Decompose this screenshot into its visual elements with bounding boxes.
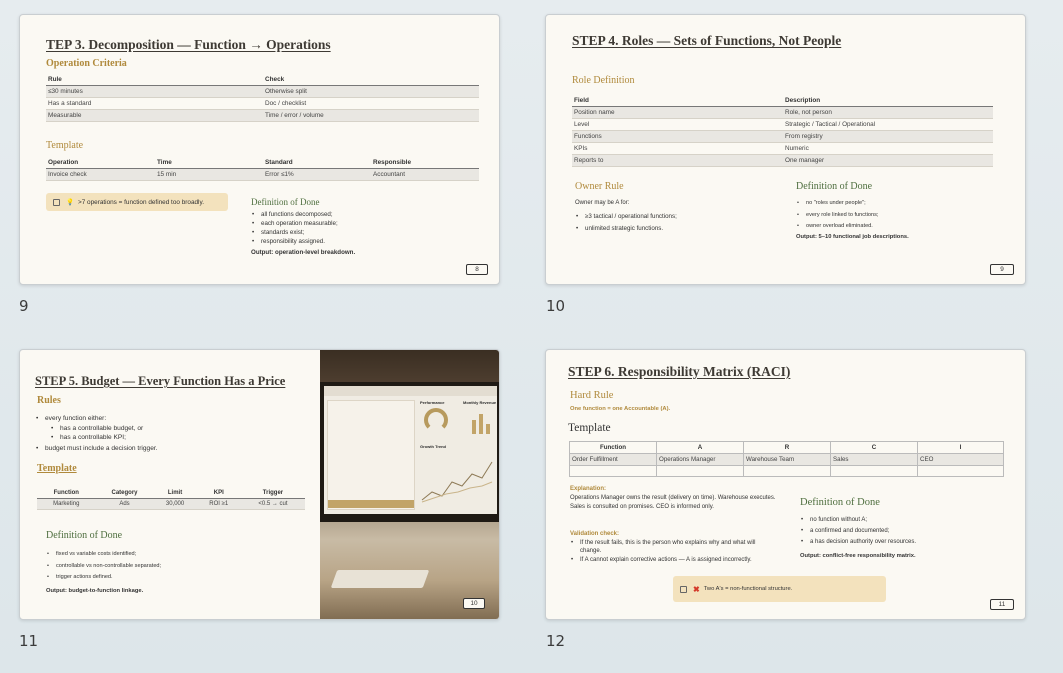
laptop-screen: Performance Monthly Revenue Growth Trend — [320, 382, 499, 522]
warning-note: ✖ Two A's = non-functional structure. — [673, 576, 886, 602]
slide-title: STEP 5. Budget — Every Function Has a Pr… — [35, 374, 286, 388]
page-number: 10 — [463, 598, 485, 609]
section-heading: Template — [46, 140, 84, 151]
dod-list: fixed vs variable costs identified; cont… — [46, 549, 161, 584]
note-icon — [680, 585, 687, 593]
note-icon — [53, 198, 60, 206]
dashboard-title-growth: Growth Trend — [420, 444, 446, 449]
dashboard-image: Performance Monthly Revenue Growth Trend — [324, 386, 497, 514]
hard-rule-text: One function = one Accountable (A). — [570, 406, 671, 412]
slide-number: 12 — [546, 632, 566, 650]
criteria-table: Rule Check ≤30 minutes Otherwise split Ha… — [46, 74, 479, 122]
slide-thumbnail-9[interactable]: TEP 3. Decomposition — Function → Operat… — [19, 14, 500, 285]
section-heading: Role Definition — [572, 75, 635, 86]
owner-list: ≥3 tactical / operational functions; unl… — [575, 211, 677, 234]
slide-thumbnail-10[interactable]: STEP 4. Roles — Sets of Functions, Not P… — [545, 14, 1026, 285]
explanation-text: Operations Manager owns the result (deli… — [570, 495, 776, 510]
owner-intro: Owner may be A for: — [575, 200, 630, 206]
hard-rule-heading: Hard Rule — [570, 390, 614, 401]
output-line: Output: budget-to-function linkage. — [46, 588, 144, 594]
lightbulb-icon: 💡 — [66, 199, 74, 206]
laptop-photo: Performance Monthly Revenue Growth Trend — [320, 350, 499, 619]
rules-list: every function either: — [35, 414, 106, 423]
owner-heading: Owner Rule — [575, 181, 624, 192]
validation-list: If the result fails, this is the person … — [570, 539, 770, 564]
role-table: Field Description Position name Role, not… — [572, 95, 993, 167]
dashboard-title-revenue: Monthly Revenue — [463, 400, 497, 405]
slide-title: STEP 4. Roles — Sets of Functions, Not P… — [572, 33, 842, 48]
slide-thumbnail-11[interactable]: STEP 5. Budget — Every Function Has a Pr… — [19, 349, 500, 620]
page-number: 8 — [466, 264, 488, 275]
rules-sublist: has a controllable budget, or has a cont… — [50, 424, 143, 442]
validation-label: Validation check: — [570, 531, 620, 537]
slide-number: 9 — [19, 297, 29, 315]
gauge-icon — [424, 408, 448, 432]
dod-heading: Definition of Done — [251, 197, 320, 207]
template-table: Operation Time Standard Responsible Invo… — [46, 157, 479, 181]
slide-title: TEP 3. Decomposition — Function → Operat… — [46, 37, 331, 52]
dod-list: no "roles under people"; every role link… — [796, 198, 878, 233]
section-heading: Operation Criteria — [46, 58, 127, 69]
dashboard-title: Performance — [420, 400, 445, 405]
output-line: Output: conflict-free responsibility mat… — [800, 553, 916, 559]
page-number: 9 — [990, 264, 1014, 275]
explanation-label: Explanation: — [570, 486, 607, 492]
rules-heading: Rules — [37, 395, 61, 406]
output-line: Output: operation-level breakdown. — [251, 249, 356, 256]
page-number: 11 — [990, 599, 1014, 610]
template-heading: Template — [568, 422, 611, 434]
rules-last: budget must include a decision trigger. — [35, 444, 158, 453]
dod-heading: Definition of Done — [796, 181, 873, 192]
cross-icon: ✖ — [693, 584, 700, 594]
dod-list: no function without A; a confirmed and d… — [800, 515, 916, 548]
output-line: Output: 5–10 functional job descriptions… — [796, 234, 909, 240]
template-heading: Template — [37, 463, 77, 474]
raci-table: Function A R C I Order Fulfillment Opera… — [569, 441, 1004, 477]
dod-heading: Definition of Done — [800, 497, 880, 508]
budget-table: Function Category Limit KPI Trigger Mark… — [37, 488, 305, 510]
dod-heading: Definition of Done — [46, 530, 123, 541]
warning-note: 💡 >7 operations = function defined too b… — [46, 193, 228, 211]
slide-thumbnail-12[interactable]: STEP 6. Responsibility Matrix (RACI) Har… — [545, 349, 1026, 620]
growth-line-chart — [421, 461, 493, 503]
slide-number: 11 — [19, 632, 39, 650]
keyboard-image — [330, 570, 430, 588]
dod-list: all functions decomposed; each operation… — [251, 210, 338, 246]
slide-title: STEP 6. Responsibility Matrix (RACI) — [568, 364, 791, 379]
slide-number: 10 — [546, 297, 566, 315]
